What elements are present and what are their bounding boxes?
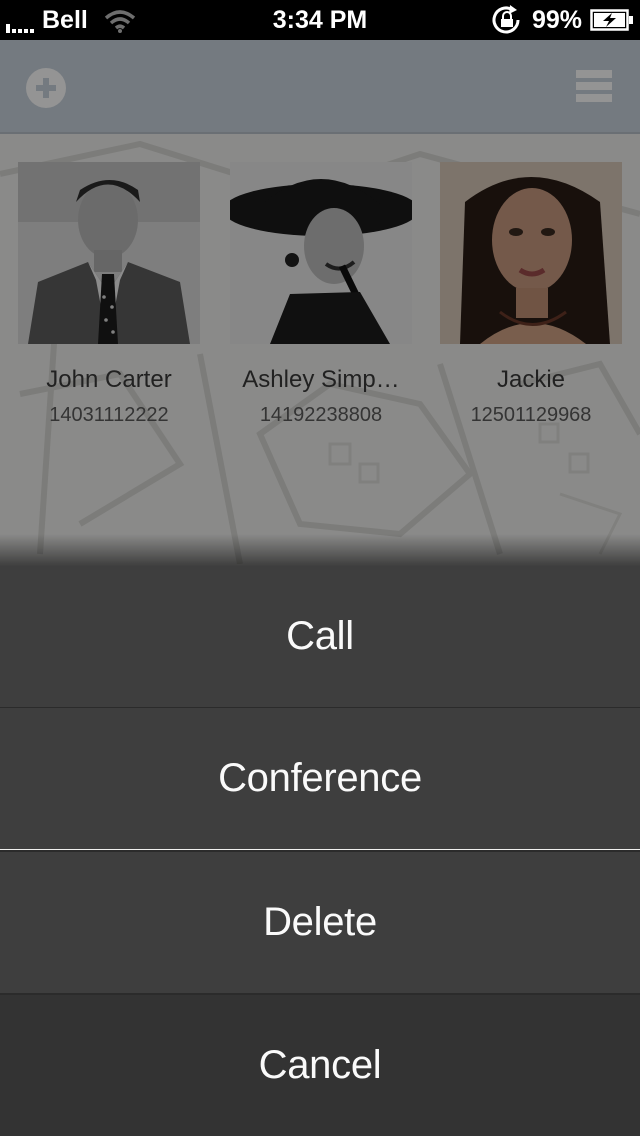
rotation-lock-icon [492,5,520,34]
status-bar: Bell 3:34 PM 99% [0,0,640,40]
battery-charging-icon [590,9,633,31]
status-right: 99% [490,0,634,40]
cancel-button[interactable]: Cancel [0,995,640,1136]
conference-button[interactable]: Conference [0,708,640,849]
battery-percent: 99% [531,5,582,34]
delete-button[interactable]: Delete [0,852,640,993]
call-button[interactable]: Call [0,566,640,707]
sheet-shadow [0,534,640,566]
modal-dim-overlay[interactable] [0,40,640,566]
action-sheet: Call Conference Delete Cancel [0,566,640,1136]
